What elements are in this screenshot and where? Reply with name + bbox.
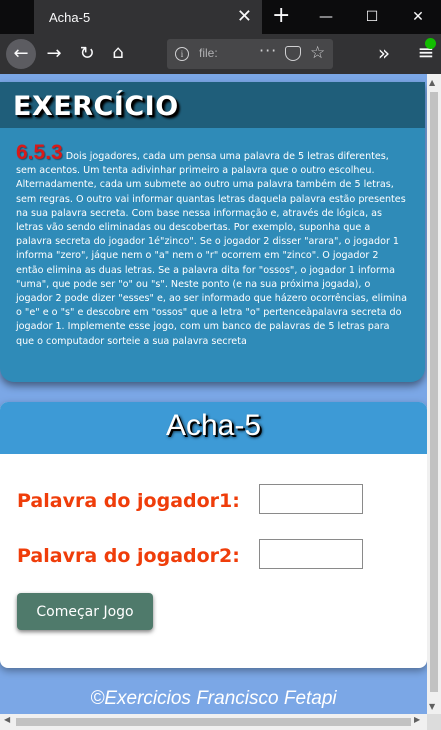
update-badge-icon [425,38,436,49]
back-arrow-icon[interactable]: ← [6,39,36,69]
minimize-icon[interactable]: — [303,0,349,34]
home-icon[interactable]: ⌂ [104,41,132,65]
exercise-number: 6.5.3 [16,141,63,164]
footer-credit: ©Exercicios Francisco Fetapi [90,688,337,709]
game-title: Acha-5 [165,409,262,442]
bookmark-star-icon[interactable]: ☆ [310,43,325,63]
exercise-header: EXERCÍCIO [0,82,425,128]
scroll-up-icon[interactable]: ▲ [429,78,435,87]
tab-close-icon[interactable]: ✕ [237,5,252,27]
player2-label: Palavra do jogador2: [17,545,240,567]
browser-tab[interactable]: Acha-5 ✕ [34,0,262,34]
page-actions-icon[interactable]: ··· [259,41,277,60]
forward-arrow-icon[interactable]: → [40,42,68,66]
page-content: EXERCÍCIO 6.5.3 Dois jogadores, cada um … [0,74,427,714]
new-tab-icon[interactable]: + [272,4,290,28]
overflow-icon[interactable]: » [370,41,398,65]
exercise-description: 6.5.3 Dois jogadores, cada um pensa uma … [16,142,408,349]
title-bar: Acha-5 ✕ + — ☐ ✕ [0,0,441,34]
reload-icon[interactable]: ↻ [73,42,101,66]
exercise-text: Dois jogadores, cada um pensa uma palavr… [16,151,407,347]
scroll-right-icon[interactable]: ▶ [414,715,420,724]
horizontal-scroll-thumb[interactable] [16,718,411,726]
maximize-icon[interactable]: ☐ [349,0,395,34]
player1-input[interactable] [259,484,363,514]
url-bar[interactable]: i file: ··· ☆ [167,39,333,69]
start-game-button[interactable]: Começar Jogo [17,593,153,630]
game-header: Acha-5 [0,402,427,454]
vertical-scroll-thumb[interactable] [430,92,438,692]
navigation-bar: ← → ↻ ⌂ i file: ··· ☆ » ≡ [0,34,441,74]
player2-input[interactable] [259,539,363,569]
player1-label: Palavra do jogador1: [17,490,240,512]
exercise-title: EXERCÍCIO [13,91,179,122]
scroll-down-icon[interactable]: ▼ [429,702,435,711]
game-card: Acha-5 Palavra do jogador1: Palavra do j… [0,402,427,668]
window-close-icon[interactable]: ✕ [395,0,441,34]
scroll-left-icon[interactable]: ◀ [4,715,10,724]
pocket-icon[interactable] [285,46,301,61]
scrollbar-corner [427,714,441,730]
tab-title: Acha-5 [49,10,91,25]
exercise-card: EXERCÍCIO 6.5.3 Dois jogadores, cada um … [0,82,425,382]
info-icon[interactable]: i [175,47,189,61]
url-text[interactable]: file: [199,46,218,60]
